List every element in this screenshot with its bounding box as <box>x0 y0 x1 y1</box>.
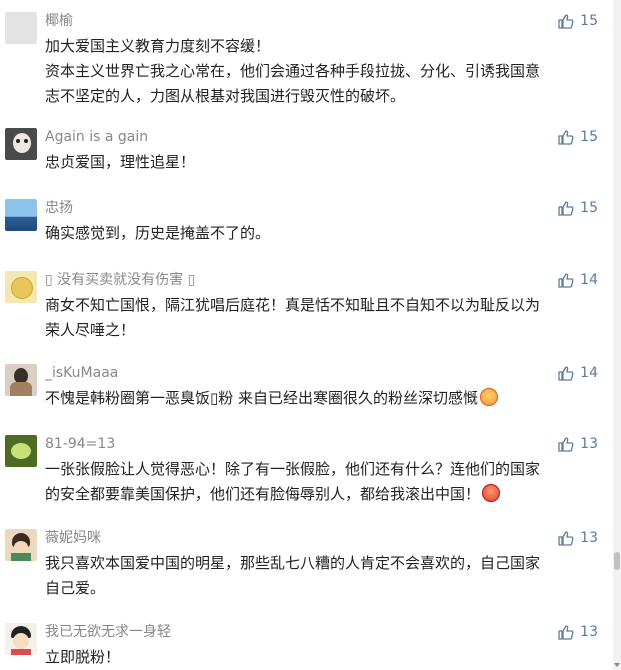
avatar[interactable] <box>5 199 37 231</box>
comment-line: 不愧是韩粉圈第一恶臭饭▯粉 来自已经出寒圈很久的粉丝深切感慨 <box>45 386 601 411</box>
comment-line: 我只喜欢本国爱中国的明星，那些乱七八糟的人肯定不会喜欢的，自己国家 <box>45 554 541 572</box>
avatar[interactable] <box>5 623 37 655</box>
like-count: 14 <box>580 365 598 381</box>
avatar[interactable] <box>5 128 37 160</box>
comment-line: 商女不知亡国恨，隔江犹唱后庭花！真是恬不知耻且不自知不以为耻反以为 <box>45 296 541 314</box>
comment-text: 忠贞爱国，理性追星！ <box>45 150 601 175</box>
like-count: 13 <box>580 436 598 452</box>
comment-text: 加大爱国主义教育力度刻不容缓！ 资本主义世界亡我之心常在，他们会通过各种手段拉拢… <box>45 34 601 109</box>
thumbs-up-icon <box>558 530 574 546</box>
like-count: 13 <box>580 624 598 640</box>
comment-line: 荣人尽唾之！ <box>45 321 136 339</box>
like-button[interactable]: 15 <box>558 199 598 217</box>
comment-line: 的安全都要靠美国保护，他们还有脸侮辱别人，都给我滚出中国！ <box>45 482 601 507</box>
shocked-face-emoji <box>480 388 499 406</box>
comment-text: 我只喜欢本国爱中国的明星，那些乱七八糟的人肯定不会喜欢的，自己国家 自己爱。 <box>45 551 601 601</box>
comment-line: 资本主义世界亡我之心常在，他们会通过各种手段拉拢、分化、引诱我国意 <box>45 62 541 80</box>
avatar[interactable] <box>5 271 37 303</box>
comment-text: 商女不知亡国恨，隔江犹唱后庭花！真是恬不知耻且不自知不以为耻反以为 荣人尽唾之！ <box>45 293 601 343</box>
commenter-name[interactable]: _isKuMaaa <box>45 364 118 382</box>
comment-line: 加大爱国主义教育力度刻不容缓！ <box>45 37 271 55</box>
avatar[interactable] <box>5 529 37 561</box>
avatar[interactable] <box>5 435 37 467</box>
comment-line: 确实感觉到，历史是掩盖不了的。 <box>45 224 271 242</box>
comment-text: 确实感觉到，历史是掩盖不了的。 <box>45 221 601 246</box>
like-button[interactable]: 14 <box>558 364 598 382</box>
thumbs-up-icon <box>558 129 574 145</box>
commenter-name[interactable]: 81-94=13 <box>45 435 115 453</box>
like-button[interactable]: 14 <box>558 271 598 289</box>
like-button[interactable]: 13 <box>558 623 598 641</box>
commenter-name[interactable]: Again is a gain <box>45 128 148 146</box>
angry-face-emoji <box>482 484 501 502</box>
comment-line-text: 不愧是韩粉圈第一恶臭饭▯粉 来自已经出寒圈很久的粉丝深切感慨 <box>45 389 479 407</box>
thumbs-up-icon <box>558 624 574 640</box>
commenter-name[interactable]: 我已无欲无求一身轻 <box>45 623 171 641</box>
thumbs-up-icon <box>558 200 574 216</box>
thumbs-up-icon <box>558 272 574 288</box>
like-count: 13 <box>580 530 598 546</box>
like-button[interactable]: 15 <box>558 128 598 146</box>
comment-line-text: 的安全都要靠美国保护，他们还有脸侮辱别人，都给我滚出中国！ <box>45 485 481 503</box>
scrollbar-thumb[interactable] <box>614 552 620 570</box>
comment-line: 立即脱粉！ <box>45 648 121 666</box>
like-count: 15 <box>580 200 598 216</box>
like-count: 14 <box>580 272 598 288</box>
like-button[interactable]: 13 <box>558 435 598 453</box>
like-button[interactable]: 15 <box>558 12 598 30</box>
like-count: 15 <box>580 129 598 145</box>
comment-text: 立即脱粉！ <box>45 645 601 670</box>
comment-text: 不愧是韩粉圈第一恶臭饭▯粉 来自已经出寒圈很久的粉丝深切感慨 <box>45 386 601 411</box>
comment-line: 自己爱。 <box>45 579 106 597</box>
comment-line: 志不坚定的人，力图从根基对我国进行毁灭性的破坏。 <box>45 87 406 105</box>
commenter-name[interactable]: 忠扬 <box>45 199 73 217</box>
commenter-name[interactable]: ▯ 没有买卖就没有伤害 ▯ <box>45 271 195 289</box>
commenter-name[interactable]: 薇妮妈咪 <box>45 529 101 547</box>
avatar[interactable] <box>5 12 37 44</box>
comment-line: 忠贞爱国，理性追星！ <box>45 153 196 171</box>
like-count: 15 <box>580 13 598 29</box>
comment-line: 一张张假脸让人觉得恶心！除了有一张假脸，他们还有什么？连他们的国家 <box>45 460 541 478</box>
thumbs-up-icon <box>558 365 574 381</box>
like-button[interactable]: 13 <box>558 529 598 547</box>
scrollbar[interactable] <box>613 0 621 669</box>
scroll-down-arrow-icon[interactable] <box>614 663 620 667</box>
comment-text: 一张张假脸让人觉得恶心！除了有一张假脸，他们还有什么？连他们的国家 的安全都要靠… <box>45 457 601 507</box>
commenter-name[interactable]: 椰榆 <box>45 12 73 30</box>
thumbs-up-icon <box>558 13 574 29</box>
avatar[interactable] <box>5 364 37 396</box>
thumbs-up-icon <box>558 436 574 452</box>
